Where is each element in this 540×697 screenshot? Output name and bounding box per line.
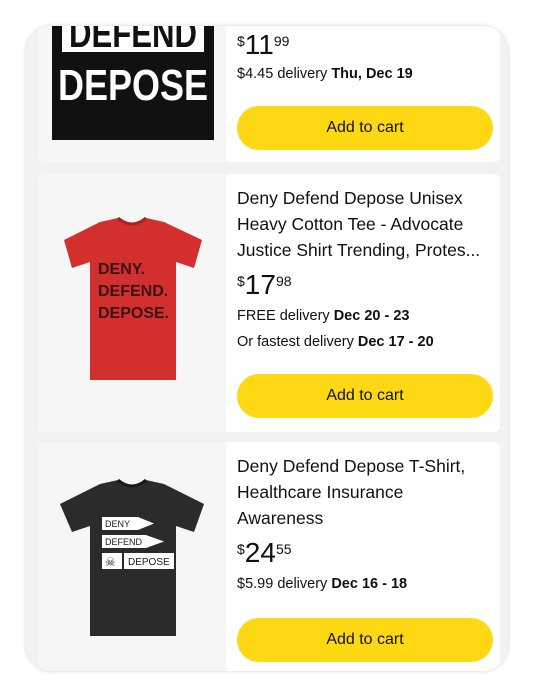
fastest-delivery-date: Dec 17 - 20: [357, 334, 434, 350]
image-text-depose: DEPOSE: [58, 61, 208, 110]
add-to-cart-button[interactable]: Add to cart: [237, 618, 493, 662]
product-title[interactable]: Deny Defend Depose Unisex Heavy Cotton T…: [237, 185, 492, 263]
product-card[interactable]: DENY. DEFEND. DEPOSE. Deny Defend Depose…: [38, 174, 500, 432]
product-card[interactable]: DENY DEFEND ☠ DEPOSE Deny Defend Depose …: [38, 442, 500, 671]
price-whole: 11: [244, 29, 274, 60]
product-image[interactable]: DENY DEFEND ☠ DEPOSE: [38, 442, 226, 671]
fastest-delivery-info: Or fastest delivery Dec 17 - 20: [237, 334, 434, 350]
product-price: $2455: [237, 538, 292, 568]
price-fraction: 98: [275, 273, 292, 289]
image-text-deny: DENY: [105, 519, 130, 529]
delivery-info: $4.45 delivery Thu, Dec 19: [237, 66, 413, 82]
image-text-defend: DEFEND: [105, 537, 143, 547]
image-text-defend: DEFEND: [69, 26, 197, 56]
price-currency: $: [237, 541, 245, 557]
skull-icon: ☠: [105, 555, 116, 569]
add-to-cart-button[interactable]: Add to cart: [237, 106, 493, 150]
price-whole: 17: [244, 269, 276, 300]
delivery-date: Thu, Dec 19: [331, 66, 413, 82]
delivery-info: FREE delivery Dec 20 - 23: [237, 308, 409, 324]
image-text-depose: DEPOSE.: [98, 305, 169, 322]
delivery-date: Dec 20 - 23: [333, 308, 410, 324]
delivery-date: Dec 16 - 18: [331, 576, 408, 592]
price-currency: $: [237, 273, 245, 289]
product-card[interactable]: DEFEND DEPOSE $1199 $4.45 delivery Thu, …: [38, 26, 500, 162]
add-to-cart-button[interactable]: Add to cart: [237, 374, 493, 418]
delivery-prefix: FREE delivery: [237, 308, 330, 324]
delivery-info: $5.99 delivery Dec 16 - 18: [237, 576, 407, 592]
price-fraction: 55: [275, 541, 292, 557]
price-whole: 24: [244, 537, 276, 568]
price-fraction: 99: [273, 33, 290, 49]
phone-frame: DEFEND DEPOSE $1199 $4.45 delivery Thu, …: [26, 26, 508, 671]
image-text-deny: DENY.: [98, 261, 145, 278]
product-price: $1798: [237, 270, 292, 300]
delivery-prefix: $4.45 delivery: [237, 66, 328, 82]
image-text-depose: DEPOSE: [128, 557, 170, 568]
product-price: $1199: [237, 30, 289, 60]
fastest-delivery-prefix: Or fastest delivery: [237, 334, 354, 350]
product-image[interactable]: DENY. DEFEND. DEPOSE.: [38, 174, 226, 432]
product-image[interactable]: DEFEND DEPOSE: [38, 26, 226, 162]
product-list: DEFEND DEPOSE $1199 $4.45 delivery Thu, …: [26, 26, 508, 671]
image-text-defend: DEFEND.: [98, 283, 168, 300]
price-currency: $: [237, 33, 245, 49]
product-title[interactable]: Deny Defend Depose T-Shirt, Healthcare I…: [237, 453, 492, 531]
delivery-prefix: $5.99 delivery: [237, 576, 328, 592]
